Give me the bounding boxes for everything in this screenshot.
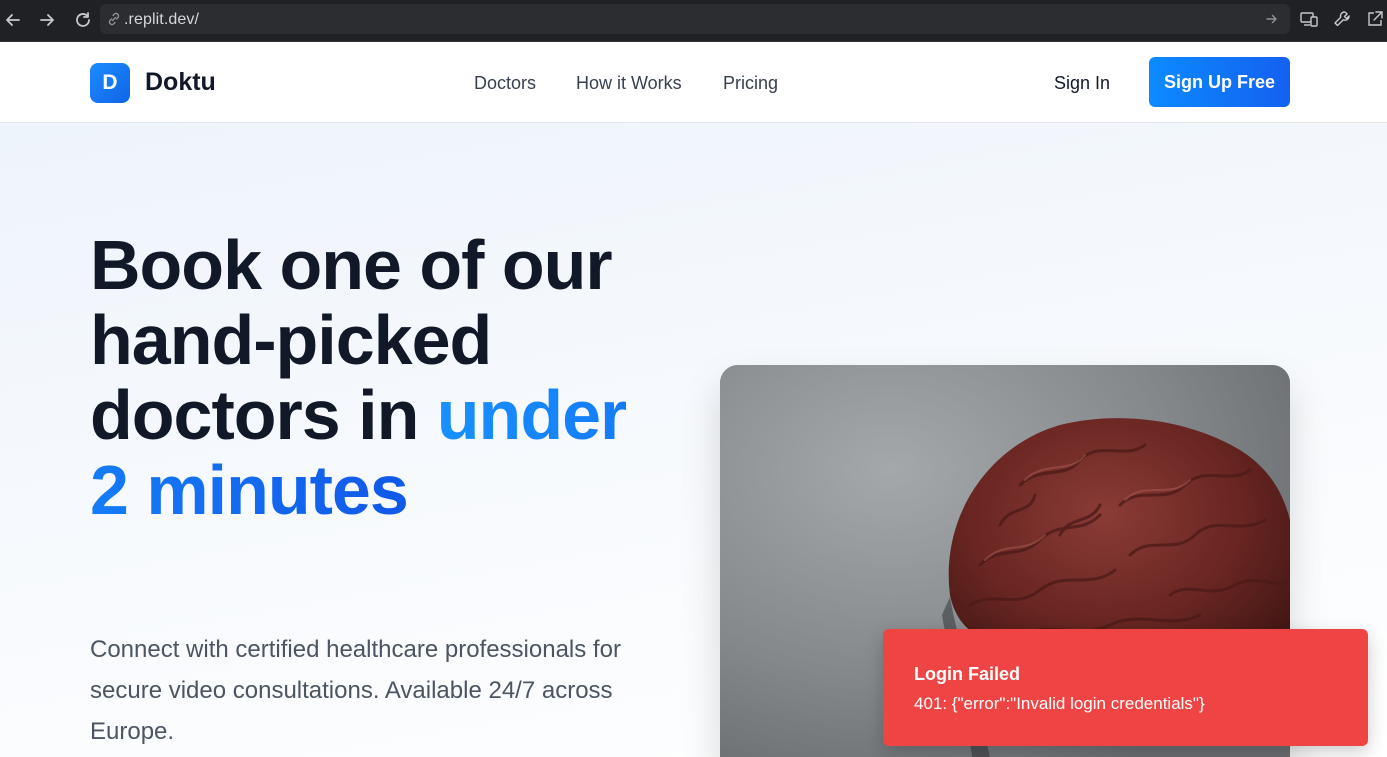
toast-message: 401: {"error":"Invalid login credentials…	[914, 694, 1205, 713]
forward-icon[interactable]	[36, 9, 58, 31]
hero-headline: Book one of our hand-picked doctors in u…	[90, 228, 650, 528]
go-arrow-icon[interactable]	[1264, 11, 1280, 27]
browser-toolbar: .replit.dev/	[0, 0, 1387, 42]
reload-icon[interactable]	[72, 9, 94, 31]
logo-text[interactable]: Doktu	[145, 68, 216, 97]
link-icon	[106, 11, 122, 27]
toast-title: Login Failed	[914, 664, 1020, 684]
nav-doctors[interactable]: Doctors	[474, 73, 536, 94]
url-text: .replit.dev/	[124, 11, 200, 28]
address-bar[interactable]: .replit.dev/	[100, 4, 1290, 34]
devices-icon[interactable]	[1299, 9, 1319, 29]
back-icon[interactable]	[2, 9, 24, 31]
nav-how-it-works[interactable]: How it Works	[576, 73, 682, 94]
hero-subtext: Connect with certified healthcare profes…	[90, 636, 621, 745]
nav-pricing[interactable]: Pricing	[723, 73, 778, 94]
open-external-icon[interactable]	[1365, 9, 1385, 29]
error-toast[interactable]: Login Failed 401: {"error":"Invalid logi…	[883, 629, 1368, 746]
wrench-icon[interactable]	[1332, 9, 1352, 29]
sign-in-link[interactable]: Sign In	[1054, 73, 1110, 94]
logo-badge[interactable]: D	[90, 63, 130, 103]
sign-up-button[interactable]: Sign Up Free	[1149, 57, 1290, 107]
site-header: D Doktu Doctors How it Works Pricing Sig…	[0, 42, 1387, 123]
